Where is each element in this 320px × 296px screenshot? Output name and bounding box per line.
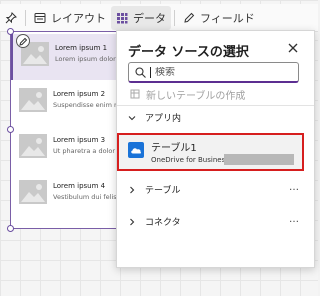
gallery-control[interactable]: Lorem ipsum 1 Lorem ipsum dolor sit amet…: [10, 31, 147, 229]
image-placeholder-icon: [19, 180, 47, 204]
section-connectors-label: コネクタ: [145, 218, 181, 228]
layout-label: レイアウト: [51, 11, 106, 25]
edit-pencil-icon[interactable]: [16, 34, 30, 48]
connectors-more-button[interactable]: …: [289, 214, 299, 225]
text-cursor: [150, 66, 151, 78]
search-box[interactable]: [128, 62, 299, 83]
image-placeholder-icon: [19, 88, 47, 112]
create-new-table-button[interactable]: 新しいテーブルの作成: [130, 87, 245, 102]
layout-icon: [34, 12, 46, 23]
data-source-panel: データ ソースの選択 新しいテーブルの作成 アプリ内 テーブ: [116, 30, 315, 268]
gallery-item[interactable]: Lorem ipsum 3 Ut pharetra a dolor ac vel: [11, 126, 136, 172]
datasource-table1-card[interactable]: テーブル1 OneDrive for Business -: [117, 133, 304, 171]
pin-icon: [5, 11, 17, 23]
search-input[interactable]: [155, 66, 295, 78]
tables-more-button[interactable]: …: [289, 182, 299, 193]
table-add-icon: [130, 89, 140, 99]
fields-label: フィールド: [200, 11, 255, 25]
chevron-down-icon: [128, 115, 136, 120]
create-new-table-label: 新しいテーブルの作成: [146, 91, 246, 102]
section-tables[interactable]: テーブル: [127, 183, 180, 196]
section-connectors[interactable]: コネクタ: [127, 215, 181, 228]
layout-button[interactable]: レイアウト: [29, 6, 111, 30]
divider: [117, 105, 314, 106]
pin-button[interactable]: [0, 6, 22, 30]
datasource-name: テーブル1: [151, 143, 197, 154]
section-in-app[interactable]: アプリ内: [127, 111, 181, 124]
data-grid-icon: [117, 12, 128, 23]
resize-handle-left[interactable]: [7, 126, 14, 133]
command-toolbar: レイアウト データ フィールド: [0, 4, 318, 32]
toolbar-divider: [174, 9, 175, 26]
toolbar-divider: [25, 9, 26, 26]
close-icon: [288, 43, 298, 53]
image-placeholder-icon: [19, 134, 47, 158]
field-edit-icon: [184, 12, 195, 23]
chevron-right-icon: [130, 218, 135, 225]
selection-border: [14, 228, 118, 229]
onedrive-icon: [128, 142, 144, 158]
chevron-right-icon: [130, 186, 135, 193]
search-icon: [135, 66, 146, 78]
datasource-subtitle: OneDrive for Business -: [151, 156, 234, 164]
gallery-item[interactable]: Lorem ipsum 2 Suspendisse enim metus, si…: [11, 80, 146, 126]
fields-button[interactable]: フィールド: [178, 6, 260, 30]
resize-handle-top-left[interactable]: [7, 28, 14, 35]
redacted-text: [224, 154, 294, 165]
section-in-app-label: アプリ内: [145, 114, 182, 124]
data-button[interactable]: データ: [111, 5, 171, 30]
panel-title: データ ソースの選択: [128, 45, 249, 60]
close-button[interactable]: [285, 40, 301, 56]
data-label: データ: [133, 11, 166, 25]
gallery-item[interactable]: Lorem ipsum 4 Vestibulum dui felis, frin…: [11, 172, 145, 218]
resize-handle-bottom-left[interactable]: [7, 225, 14, 232]
section-tables-label: テーブル: [145, 186, 181, 196]
